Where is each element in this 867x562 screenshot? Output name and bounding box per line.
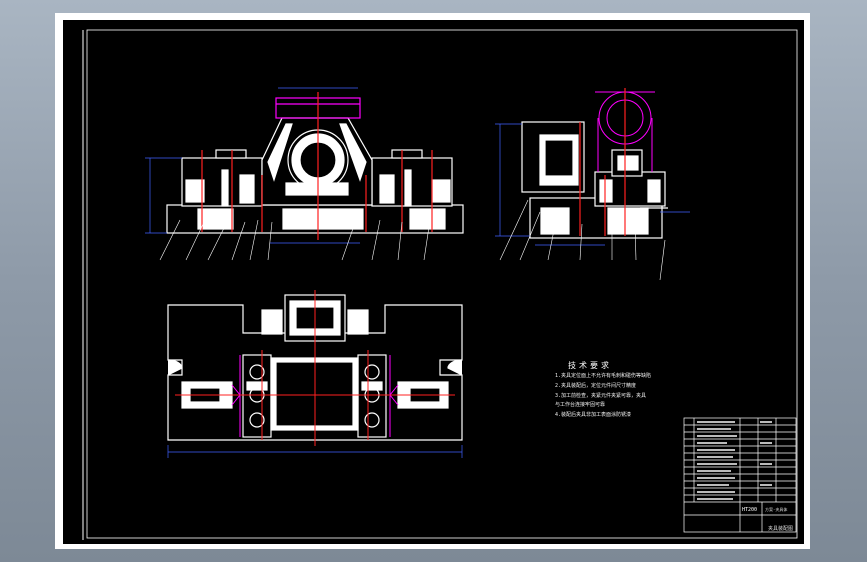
technical-requirement-2: 2.夹具装配后，定位元件间尺寸精度: [555, 383, 637, 389]
drawing-area: [63, 20, 804, 544]
drawing-name: 夹具装配图: [768, 526, 794, 532]
technical-requirement-4: 4.装配后夹具非加工表面涂防锈漆: [555, 412, 632, 418]
scheme-text: 方案-夹具体: [765, 507, 788, 512]
drawing-code: HT200: [742, 507, 758, 513]
technical-requirement-3: 3.加工前检查，夹紧元件夹紧可靠，夹具: [555, 393, 647, 399]
cad-drawing: [63, 20, 804, 544]
technical-requirement-3b: 与工作台连接牢固可靠: [555, 402, 606, 408]
technical-requirements-title: 技术要求: [568, 361, 612, 370]
technical-requirement-1: 1.夹具定位面上不允许有毛刺和碰伤等缺陷: [555, 373, 652, 379]
